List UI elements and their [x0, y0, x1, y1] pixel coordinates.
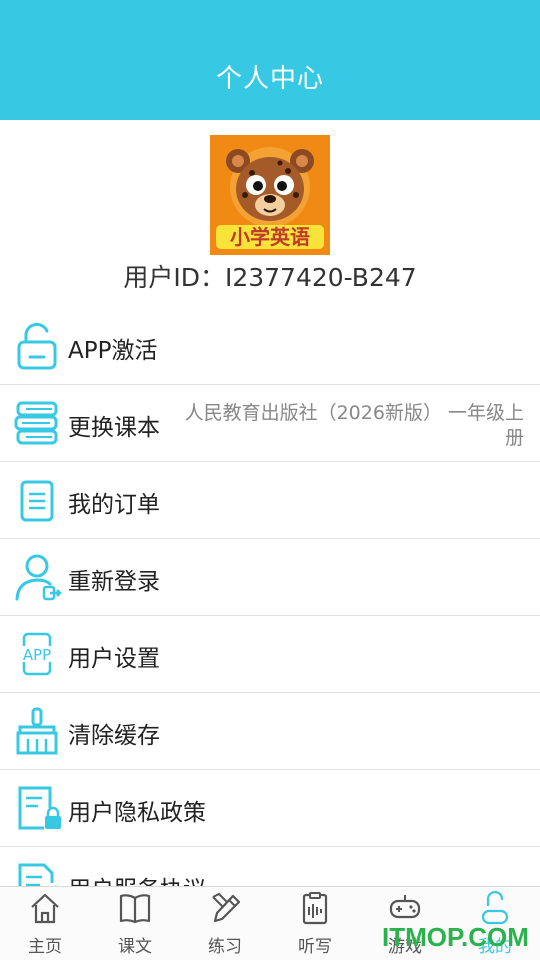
user-id: 用户ID：I2377420-B247 [123, 263, 417, 292]
menu-list: APP激活 更换课本 人民教育出版社（2026新版） 一年级上册 我的订单 重新… [0, 308, 540, 886]
menu-item-label: 用户服务协议 [68, 870, 206, 886]
menu-item-label: 用户设置 [68, 646, 160, 672]
tab-lessons[interactable]: 课文 [90, 887, 180, 960]
menu-item-clear-cache[interactable]: 清除缓存 [0, 693, 540, 770]
menu-item-label: 清除缓存 [68, 723, 160, 749]
tab-home[interactable]: 主页 [0, 887, 90, 960]
menu-item-label: 用户隐私政策 [68, 800, 206, 826]
menu-item-label: 更换课本 [68, 415, 160, 441]
book-icon [119, 894, 151, 924]
menu-item-user-settings[interactable]: APP 用户设置 [0, 616, 540, 693]
tab-label: 主页 [28, 937, 62, 957]
gamepad-icon [389, 895, 421, 919]
dictation-icon [302, 892, 328, 925]
unlock-icon [17, 322, 57, 370]
profile-icon [481, 891, 509, 925]
books-icon [14, 401, 58, 445]
tab-dictation[interactable]: 听写 [270, 887, 360, 960]
menu-item-relogin[interactable]: 重新登录 [0, 539, 540, 616]
document-icon [20, 480, 54, 522]
menu-item-change-textbook[interactable]: 更换课本 人民教育出版社（2026新版） 一年级上册 [0, 385, 540, 462]
tab-practice[interactable]: 练习 [180, 887, 270, 960]
agreement-icon [18, 863, 57, 886]
profile-section: 小学英语 用户ID：I2377420-B247 [0, 120, 540, 308]
header-bar: 个人中心 [0, 0, 540, 120]
app-settings-icon: APP [17, 632, 57, 676]
menu-item-privacy-policy[interactable]: 用户隐私政策 [0, 770, 540, 847]
tab-label: 课文 [118, 937, 152, 957]
user-logout-icon [15, 554, 62, 601]
avatar-text: 小学英语 [230, 225, 310, 249]
menu-item-app-activation[interactable]: APP激活 [0, 308, 540, 385]
broom-icon [16, 707, 58, 755]
pencil-icon [212, 892, 241, 923]
menu-item-my-orders[interactable]: 我的订单 [0, 462, 540, 539]
page-title: 个人中心 [215, 64, 324, 94]
privacy-lock-icon [18, 786, 61, 830]
menu-item-label: 我的订单 [68, 492, 160, 518]
watermark: ITMOP.COM [382, 922, 529, 952]
menu-item-label: APP激活 [68, 338, 158, 364]
menu-item-service-agreement[interactable]: 用户服务协议 [0, 847, 540, 886]
tab-label: 听写 [298, 937, 332, 957]
home-icon [31, 893, 59, 924]
menu-item-label: 重新登录 [68, 569, 160, 595]
tab-label: 练习 [208, 937, 242, 957]
svg-text:APP: APP [23, 646, 51, 664]
current-textbook: 人民教育出版社（2026新版） 一年级上册 [184, 402, 524, 449]
avatar[interactable]: 小学英语 [210, 135, 330, 255]
